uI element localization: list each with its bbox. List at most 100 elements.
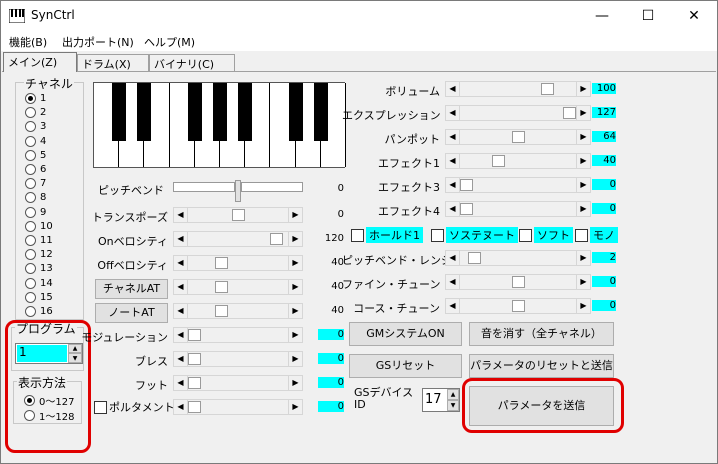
- channel-radio-6[interactable]: 6: [25, 163, 46, 176]
- channel-radio-5[interactable]: 5: [25, 149, 46, 162]
- piano-keyboard[interactable]: [93, 82, 346, 168]
- scroll-right-icon[interactable]: ▶: [576, 106, 590, 120]
- slider-thumb[interactable]: [188, 377, 201, 389]
- minimize-button[interactable]: —: [579, 1, 625, 31]
- scroll-right-icon[interactable]: ▶: [288, 208, 302, 222]
- control-slider-4[interactable]: ◀ ▶: [173, 303, 303, 319]
- scroll-right-icon[interactable]: ▶: [576, 82, 590, 96]
- scroll-left-icon[interactable]: ◀: [174, 352, 188, 366]
- scroll-left-icon[interactable]: ◀: [174, 328, 188, 342]
- scroll-right-icon[interactable]: ▶: [288, 328, 302, 342]
- right-control-slider-1[interactable]: ◀ ▶: [445, 105, 591, 121]
- mute-all-channels-button[interactable]: 音を消す（全チャネル）: [469, 322, 614, 346]
- portamento-checkbox[interactable]: ポルタメント: [94, 400, 175, 414]
- channel-radio-3[interactable]: 3: [25, 120, 46, 133]
- slider-thumb[interactable]: [214, 257, 228, 269]
- control-slider-0[interactable]: ◀ ▶: [173, 207, 303, 223]
- control-slider-6[interactable]: ◀ ▶: [173, 351, 303, 367]
- scroll-left-icon[interactable]: ◀: [174, 208, 188, 222]
- radio-icon[interactable]: [25, 306, 36, 317]
- right-control-slider-5[interactable]: ◀ ▶: [445, 201, 591, 217]
- slider-thumb[interactable]: [214, 305, 228, 317]
- scroll-left-icon[interactable]: ◀: [446, 275, 460, 289]
- scroll-right-icon[interactable]: ▶: [288, 376, 302, 390]
- channel-radio-13[interactable]: 13: [25, 262, 53, 275]
- radio-icon[interactable]: [25, 206, 36, 218]
- black-key[interactable]: [187, 83, 202, 141]
- slider-thumb[interactable]: [188, 353, 201, 365]
- scroll-left-icon[interactable]: ◀: [446, 130, 460, 144]
- black-key[interactable]: [112, 83, 127, 141]
- scroll-left-icon[interactable]: ◀: [446, 82, 460, 96]
- slider-thumb[interactable]: [269, 233, 283, 245]
- black-key[interactable]: [288, 83, 303, 141]
- scroll-right-icon[interactable]: ▶: [288, 232, 302, 246]
- reset-and-send-button[interactable]: パラメータのリセットと送信: [469, 354, 614, 378]
- pitchbend-thumb[interactable]: [235, 180, 241, 202]
- gs-reset-button[interactable]: GSリセット: [349, 354, 462, 378]
- scroll-right-icon[interactable]: ▶: [288, 400, 302, 414]
- scroll-left-icon[interactable]: ◀: [174, 256, 188, 270]
- scroll-left-icon[interactable]: ◀: [174, 304, 188, 318]
- right-control-slider-4[interactable]: ◀ ▶: [445, 177, 591, 193]
- channel-radio-9[interactable]: 9: [25, 206, 46, 219]
- gm-system-on-button[interactable]: GMシステムON: [349, 322, 462, 346]
- right-control2-slider-1[interactable]: ◀ ▶: [445, 274, 591, 290]
- slider-thumb[interactable]: [468, 252, 482, 264]
- scroll-left-icon[interactable]: ◀: [446, 202, 460, 216]
- scroll-right-icon[interactable]: ▶: [288, 352, 302, 366]
- radio-icon[interactable]: [25, 121, 36, 133]
- channel-radio-16[interactable]: 16: [25, 305, 53, 318]
- slider-thumb[interactable]: [563, 107, 576, 119]
- control-slider-7[interactable]: ◀ ▶: [173, 375, 303, 391]
- scroll-left-icon[interactable]: ◀: [446, 106, 460, 120]
- menu-output-port[interactable]: 出力ポート(N): [62, 34, 134, 50]
- channel-radio-8[interactable]: 8: [25, 191, 46, 204]
- scroll-right-icon[interactable]: ▶: [576, 299, 590, 313]
- control-slider-5[interactable]: ◀ ▶: [173, 327, 303, 343]
- scroll-right-icon[interactable]: ▶: [576, 130, 590, 144]
- black-key[interactable]: [137, 83, 152, 141]
- scroll-right-icon[interactable]: ▶: [576, 154, 590, 168]
- black-key[interactable]: [238, 83, 253, 141]
- channel-radio-11[interactable]: 11: [25, 234, 53, 247]
- scroll-right-icon[interactable]: ▶: [576, 251, 590, 265]
- channel-radio-14[interactable]: 14: [25, 277, 53, 290]
- channel-radio-7[interactable]: 7: [25, 177, 46, 190]
- slider-thumb[interactable]: [231, 209, 245, 221]
- slider-thumb[interactable]: [541, 83, 555, 95]
- scroll-left-icon[interactable]: ◀: [174, 232, 188, 246]
- menu-function[interactable]: 機能(B): [9, 34, 47, 50]
- channel-radio-12[interactable]: 12: [25, 248, 53, 261]
- radio-icon[interactable]: [25, 192, 36, 204]
- channel-radio-1[interactable]: 1: [25, 92, 46, 105]
- slider-thumb[interactable]: [491, 155, 505, 167]
- maximize-button[interactable]: ☐: [625, 1, 671, 31]
- tab-main[interactable]: メイン(Z): [3, 52, 77, 72]
- scroll-right-icon[interactable]: ▶: [576, 178, 590, 192]
- right-control-slider-0[interactable]: ◀ ▶: [445, 81, 591, 97]
- black-key[interactable]: [313, 83, 328, 141]
- scroll-left-icon[interactable]: ◀: [174, 376, 188, 390]
- sostenuto-checkbox[interactable]: ソステヌート: [431, 227, 518, 243]
- slider-thumb[interactable]: [511, 300, 525, 312]
- control-slider-3[interactable]: ◀ ▶: [173, 279, 303, 295]
- mono-checkbox[interactable]: モノ: [575, 227, 618, 243]
- channel-radio-10[interactable]: 10: [25, 220, 53, 233]
- scroll-left-icon[interactable]: ◀: [446, 154, 460, 168]
- radio-icon[interactable]: [25, 277, 36, 289]
- spin-down-icon[interactable]: ▼: [447, 400, 459, 411]
- channel-radio-4[interactable]: 4: [25, 135, 46, 148]
- slider-thumb[interactable]: [511, 131, 525, 143]
- right-control2-slider-0[interactable]: ◀ ▶: [445, 250, 591, 266]
- control-button-3[interactable]: チャネルAT: [95, 279, 168, 299]
- control-slider-8[interactable]: ◀ ▶: [173, 399, 303, 415]
- scroll-right-icon[interactable]: ▶: [288, 256, 302, 270]
- right-control2-slider-2[interactable]: ◀ ▶: [445, 298, 591, 314]
- slider-thumb[interactable]: [188, 401, 201, 413]
- soft-checkbox[interactable]: ソフト: [519, 227, 573, 243]
- tab-drum[interactable]: ドラム(X): [77, 54, 149, 71]
- control-button-4[interactable]: ノートAT: [95, 303, 168, 323]
- radio-icon[interactable]: [25, 235, 36, 246]
- scroll-left-icon[interactable]: ◀: [446, 299, 460, 313]
